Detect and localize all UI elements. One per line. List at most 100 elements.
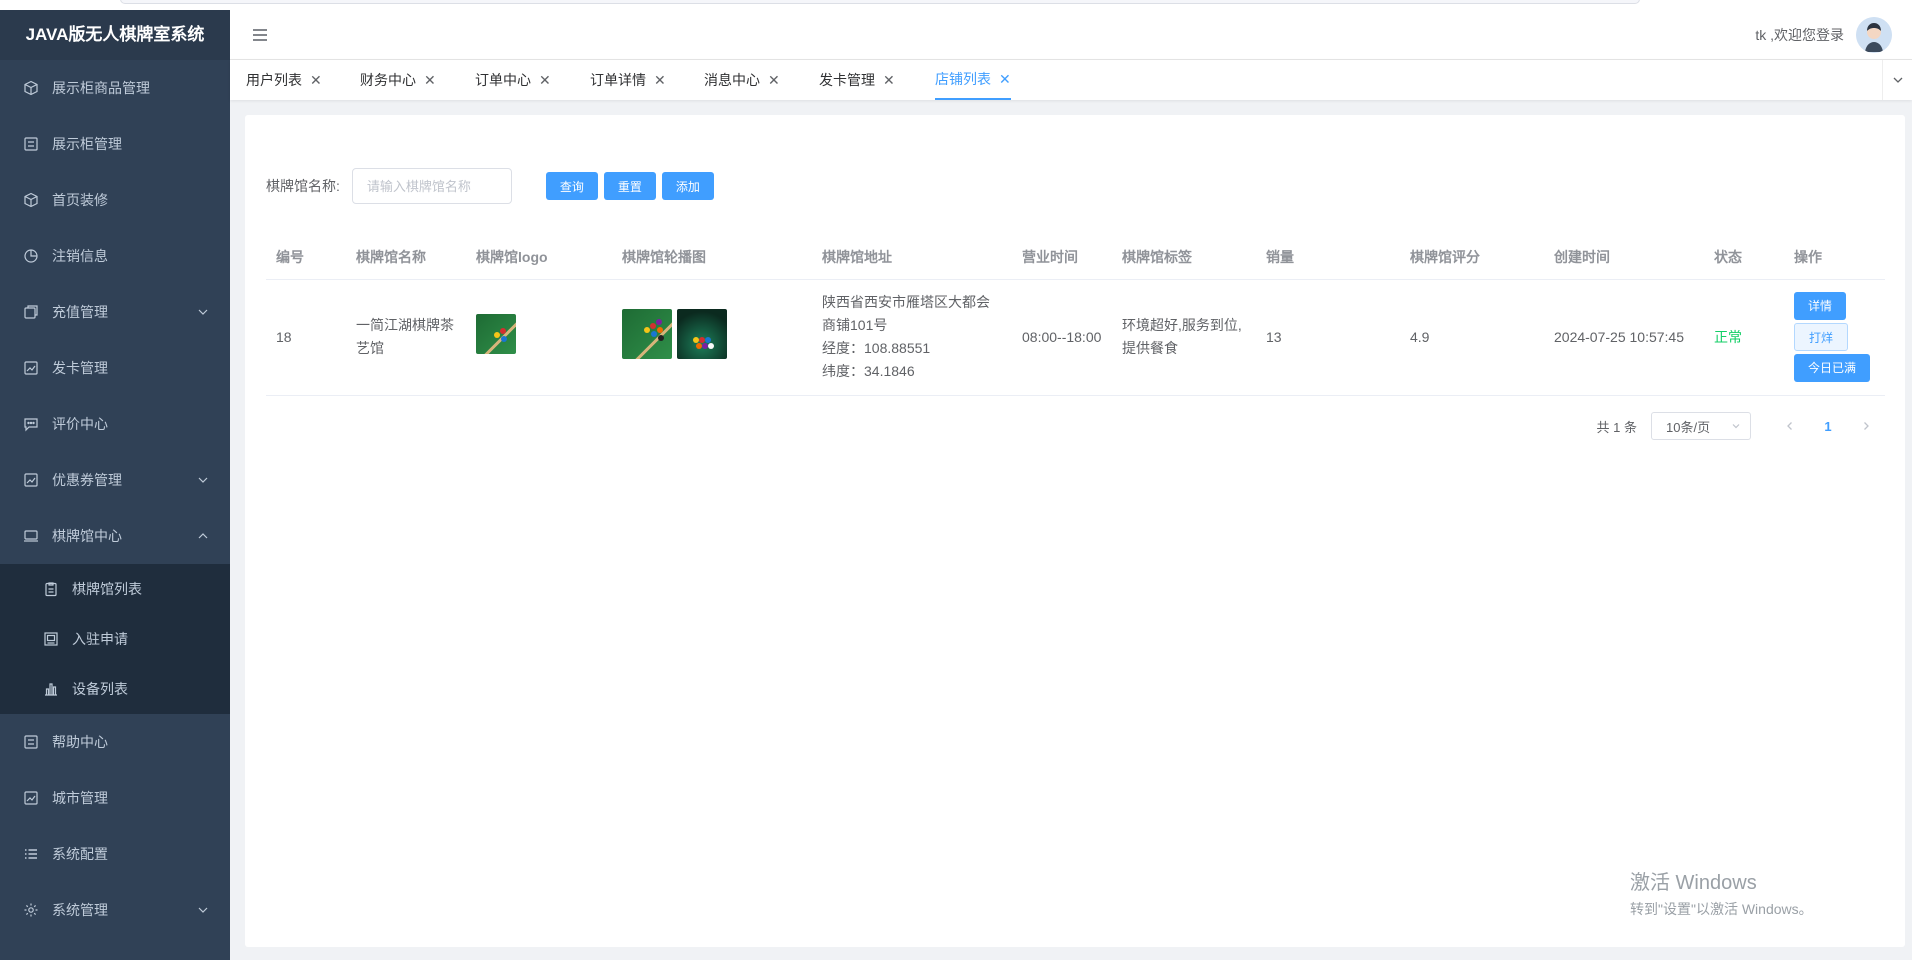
- sidebar-item-device-list[interactable]: 设备列表: [0, 664, 230, 714]
- table-row: 18 一简江湖棋牌茶艺馆 陕西省西安市雁塔区大都会商铺101号 经度：108.8…: [266, 279, 1885, 396]
- avatar[interactable]: [1856, 17, 1892, 53]
- page-size-select[interactable]: 10条/页: [1651, 412, 1751, 440]
- sidebar-item-chess-hall-list[interactable]: 棋牌馆列表: [0, 564, 230, 614]
- chess-hall-name-input[interactable]: [351, 168, 512, 204]
- chevron-right-icon: [1864, 422, 1869, 430]
- sidebar-item-entry-application[interactable]: 入驻申请: [0, 614, 230, 664]
- ball-graphic: [501, 335, 507, 342]
- sidebar-item-system-config[interactable]: 系统配置: [0, 826, 230, 882]
- ball-graphic: [656, 318, 662, 325]
- column-header: 棋牌馆评分: [1400, 235, 1544, 280]
- sidebar-item-label: 棋牌馆列表: [72, 581, 142, 597]
- close-icon[interactable]: ✕: [424, 60, 436, 100]
- tab-finance-center[interactable]: 财务中心 ✕: [360, 60, 436, 100]
- sidebar-item-label: 首页装修: [52, 192, 108, 208]
- sidebar-item-label: 展示柜管理: [52, 136, 122, 152]
- latitude-text: 纬度：34.1846: [822, 363, 915, 379]
- sidebar-item-coupons[interactable]: 优惠券管理: [0, 452, 230, 508]
- sidebar-item-label: 设备列表: [72, 681, 128, 697]
- sidebar-item-home-decoration[interactable]: 首页装修: [0, 172, 230, 228]
- sidebar-item-label: 城市管理: [52, 790, 108, 806]
- tab-message-center[interactable]: 消息中心 ✕: [704, 60, 780, 100]
- sidebar-item-label: 棋牌馆中心: [52, 528, 122, 544]
- trend-icon: [22, 789, 40, 807]
- tab-order-center[interactable]: 订单中心 ✕: [475, 60, 551, 100]
- carousel-thumbnail[interactable]: [622, 308, 672, 359]
- close-icon[interactable]: ✕: [310, 60, 322, 100]
- column-header: 棋牌馆名称: [346, 235, 466, 280]
- carousel-thumbnail[interactable]: [677, 308, 727, 359]
- user-area: tk ,欢迎您登录: [1755, 17, 1892, 53]
- hamburger-icon[interactable]: [250, 25, 270, 45]
- sidebar-item-chess-hall-center[interactable]: 棋牌馆中心: [0, 508, 230, 564]
- next-page-button[interactable]: [1852, 412, 1880, 440]
- sidebar-item-system-management[interactable]: 系统管理: [0, 882, 230, 938]
- logo-thumbnail[interactable]: [476, 313, 516, 354]
- add-button[interactable]: 添加: [661, 172, 714, 200]
- ball-graphic: [494, 331, 500, 338]
- column-header: 营业时间: [1012, 235, 1112, 280]
- close-shop-button[interactable]: 打烊: [1794, 323, 1849, 351]
- user-avatar-icon: [1856, 17, 1892, 53]
- close-icon[interactable]: ✕: [539, 60, 551, 100]
- copy-icon: [22, 303, 40, 321]
- chevron-down-icon: [1893, 77, 1902, 83]
- tab-label: 用户列表: [246, 72, 302, 88]
- ball-graphic: [500, 327, 506, 334]
- top-header: tk ,欢迎您登录: [230, 10, 1912, 60]
- chevron-left-icon: [1787, 422, 1792, 430]
- tab-user-list[interactable]: 用户列表 ✕: [246, 60, 322, 100]
- windows-activation-watermark: 激活 Windows 转到"设置"以激活 Windows。: [1630, 866, 1813, 919]
- tabs-more-dropdown[interactable]: [1882, 60, 1912, 100]
- chess-hall-table: 编号 棋牌馆名称 棋牌馆logo 棋牌馆轮播图 棋牌馆地址 营业时间 棋牌馆标签…: [266, 235, 1885, 396]
- bar-chart-icon: [42, 680, 60, 698]
- page-size-value: 10条/页: [1666, 419, 1711, 435]
- tab-order-details[interactable]: 订单详情 ✕: [590, 60, 666, 100]
- sidebar-item-label: 注销信息: [52, 248, 108, 264]
- sidebar-item-label: 入驻申请: [72, 631, 128, 647]
- pagination: 共 1 条 10条/页 1: [1597, 412, 1885, 440]
- cell-name: 一简江湖棋牌茶艺馆: [346, 279, 466, 396]
- prev-page-button[interactable]: [1776, 412, 1804, 440]
- chevron-down-icon: [1732, 424, 1740, 429]
- sidebar-item-reviews[interactable]: 评价中心: [0, 396, 230, 452]
- sidebar-item-card-issue[interactable]: 发卡管理: [0, 340, 230, 396]
- close-icon[interactable]: ✕: [654, 60, 666, 100]
- tab-label: 订单详情: [590, 72, 646, 88]
- trend-icon: [22, 471, 40, 489]
- sidebar-item-label: 评价中心: [52, 416, 108, 432]
- close-icon[interactable]: ✕: [768, 60, 780, 100]
- cell-created: 2024-07-25 10:57:45: [1544, 279, 1704, 396]
- column-header: 操作: [1784, 235, 1885, 280]
- full-today-button[interactable]: 今日已满: [1794, 354, 1871, 382]
- page-number[interactable]: 1: [1814, 412, 1842, 440]
- query-button[interactable]: 查询: [545, 172, 598, 200]
- detail-button[interactable]: 详情: [1794, 292, 1847, 320]
- list-box-icon: [22, 135, 40, 153]
- tab-label: 财务中心: [360, 72, 416, 88]
- close-icon[interactable]: ✕: [999, 59, 1011, 99]
- sidebar-item-city-management[interactable]: 城市管理: [0, 770, 230, 826]
- search-form: 棋牌馆名称: 查询 重置 添加: [266, 168, 714, 204]
- column-header: 棋牌馆标签: [1112, 235, 1256, 280]
- sidebar-item-cancellation-info[interactable]: 注销信息: [0, 228, 230, 284]
- longitude-text: 经度：108.88551: [822, 340, 931, 356]
- tab-label: 发卡管理: [819, 72, 875, 88]
- watermark-title: 激活 Windows: [1630, 872, 1757, 894]
- search-label: 棋牌馆名称:: [266, 178, 340, 194]
- sidebar-item-help-center[interactable]: 帮助中心: [0, 714, 230, 770]
- gear-icon: [22, 901, 40, 919]
- close-icon[interactable]: ✕: [883, 60, 895, 100]
- tab-label: 订单中心: [475, 72, 531, 88]
- cue-stick-graphic: [626, 310, 672, 359]
- sidebar-item-label: 系统配置: [52, 846, 108, 862]
- sidebar-item-display-cabinet[interactable]: 展示柜管理: [0, 116, 230, 172]
- tab-store-list[interactable]: 店铺列表 ✕: [935, 60, 1011, 100]
- reset-button[interactable]: 重置: [603, 172, 656, 200]
- column-header: 棋牌馆轮播图: [612, 235, 812, 280]
- table-header-row: 编号 棋牌馆名称 棋牌馆logo 棋牌馆轮播图 棋牌馆地址 营业时间 棋牌馆标签…: [266, 235, 1885, 280]
- tab-card-issue[interactable]: 发卡管理 ✕: [819, 60, 895, 100]
- app-title: JAVA版无人棋牌室系统: [0, 10, 230, 60]
- sidebar-item-recharge[interactable]: 充值管理: [0, 284, 230, 340]
- sidebar-item-display-cabinet-goods[interactable]: 展示柜商品管理: [0, 60, 230, 116]
